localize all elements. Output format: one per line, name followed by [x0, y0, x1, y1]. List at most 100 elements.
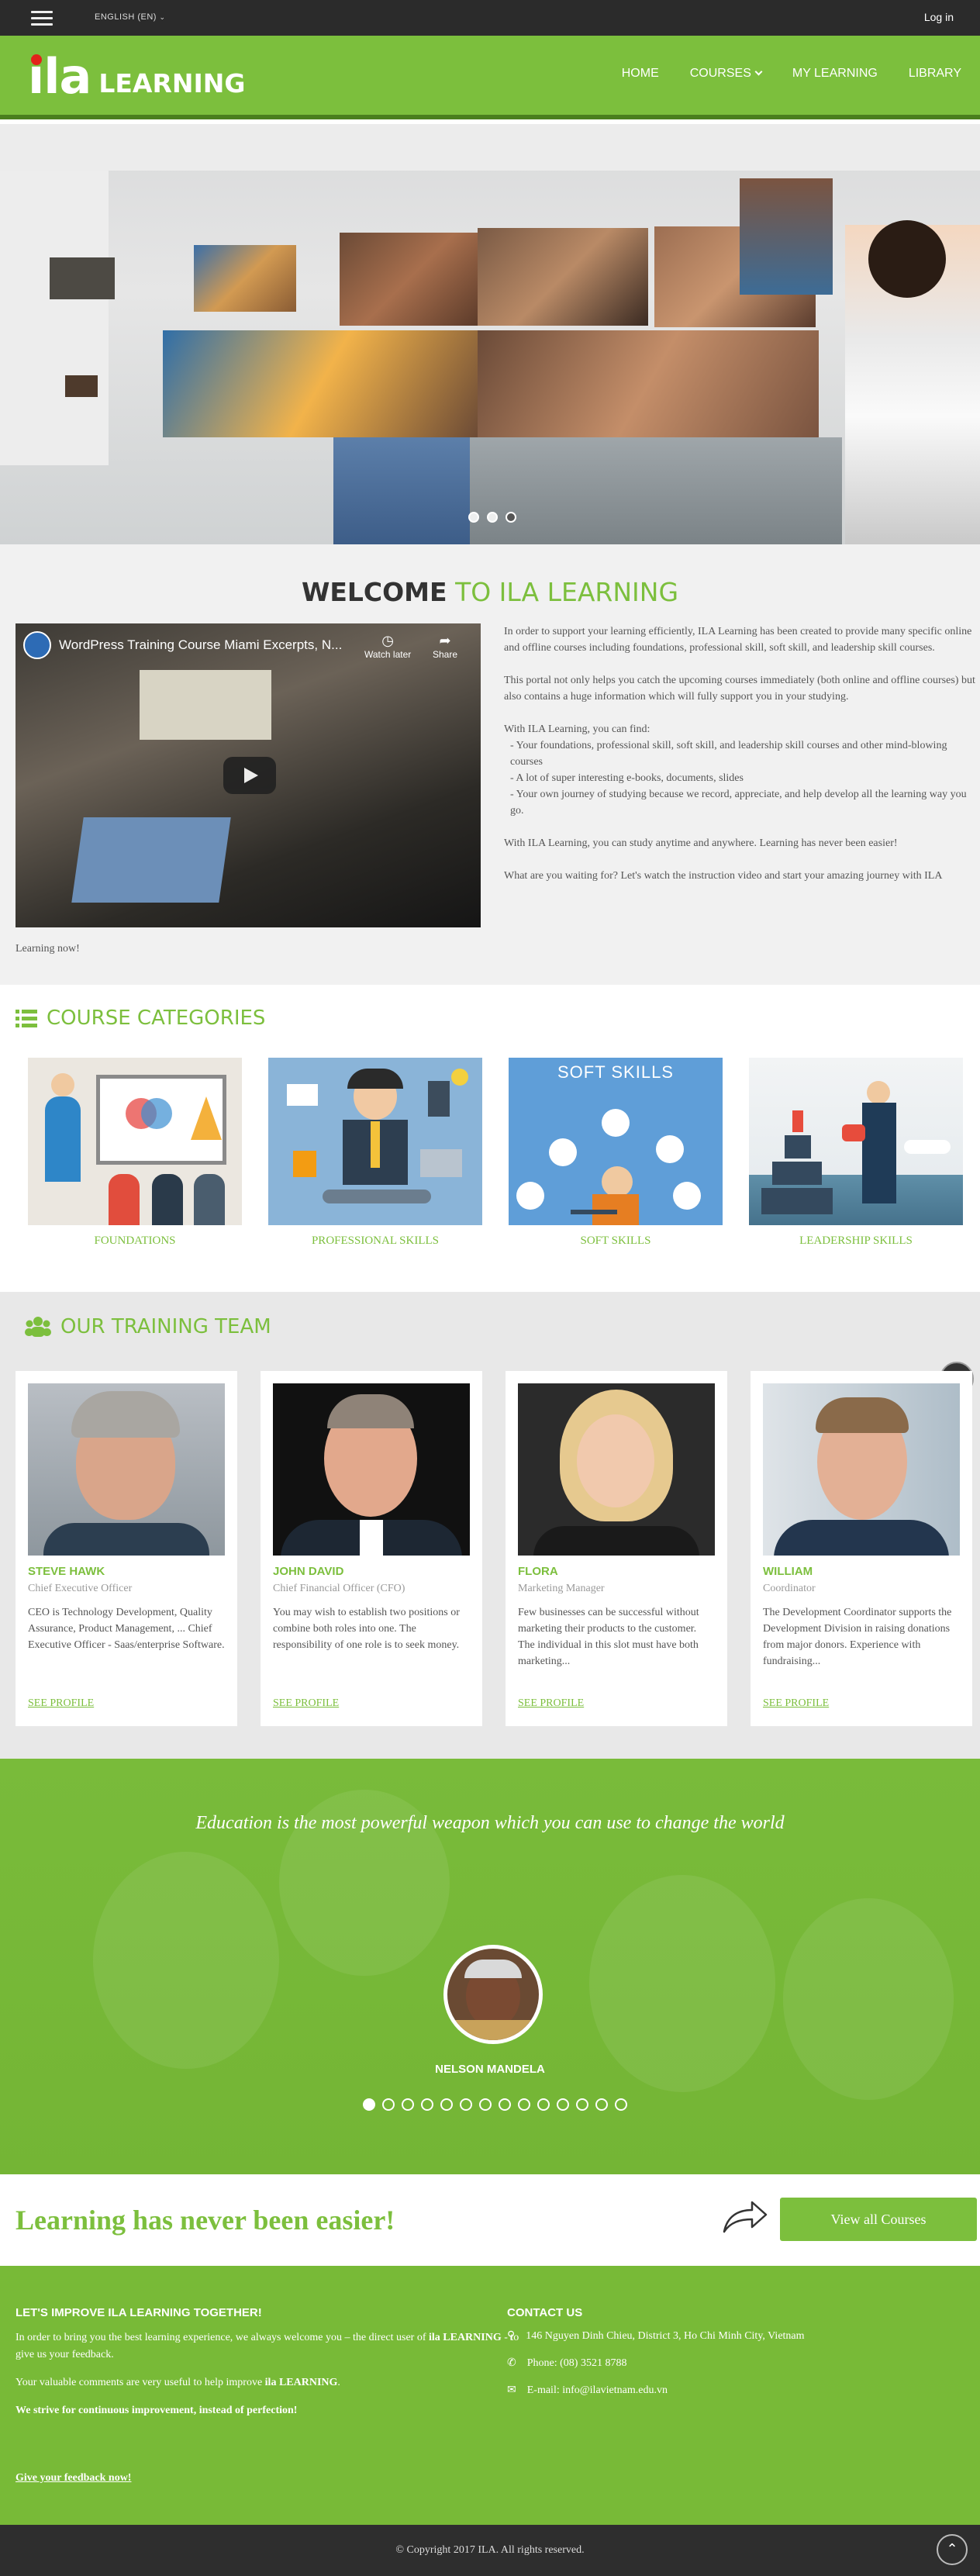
- category-label[interactable]: PROFESSIONAL SKILLS: [268, 1234, 482, 1248]
- contact-info: ⚲ 146 Nguyen Dinh Chieu, District 3, Ho C…: [507, 2329, 805, 2411]
- email-row: ✉ E-mail: info@ilavietnam.edu.vn: [507, 2384, 668, 2397]
- category-professional-skills[interactable]: PROFESSIONAL SKILLS: [268, 1058, 482, 1248]
- intro-video-player[interactable]: WordPress Training Course Miami Excerpts…: [16, 623, 481, 927]
- member-photo[interactable]: [763, 1383, 960, 1556]
- video-title[interactable]: WordPress Training Course Miami Excerpts…: [59, 637, 342, 653]
- welcome-paragraph: What are you waiting for? Let's watch th…: [504, 870, 943, 882]
- quote-dot[interactable]: [402, 2098, 414, 2111]
- quote-dot[interactable]: [440, 2098, 453, 2111]
- improve-paragraph: In order to bring you the best learning …: [16, 2332, 519, 2360]
- member-description: CEO is Technology Development, Quality A…: [28, 1607, 225, 1651]
- category-label[interactable]: LEADERSHIP SKILLS: [749, 1234, 963, 1248]
- author-avatar: [443, 1945, 543, 2044]
- site-header: ila LEARNING HOME COURSES MY LEARNING LI…: [0, 36, 980, 119]
- quote-dot[interactable]: [499, 2098, 511, 2111]
- member-photo[interactable]: [518, 1383, 715, 1556]
- play-button-icon[interactable]: [223, 757, 276, 794]
- quote-text: Education is the most powerful weapon wh…: [195, 1813, 785, 1833]
- cta-banner: Learning has never been easier! View all…: [0, 2174, 980, 2266]
- training-team-section: OUR TRAINING TEAM ⌃ STEVE HAWK Chief Exe…: [0, 1292, 980, 1759]
- member-photo[interactable]: [28, 1383, 225, 1556]
- welcome-text: In order to support your learning effici…: [504, 623, 978, 900]
- quote-dot[interactable]: [595, 2098, 608, 2111]
- chevron-down-icon: ⌄: [159, 13, 166, 21]
- category-soft-skills[interactable]: SOFT SKILLS SOFT SKILLS: [509, 1058, 723, 1248]
- main-nav: HOME COURSES MY LEARNING LIBRARY: [622, 67, 961, 81]
- feedback-footer: LET'S IMPROVE ILA LEARNING TOGETHER! In …: [0, 2266, 980, 2525]
- professional-skills-illustration[interactable]: [268, 1058, 482, 1225]
- logo-learning: LEARNING: [98, 68, 246, 98]
- quote-pagination: [363, 2098, 627, 2111]
- see-profile-link[interactable]: SEE PROFILE: [518, 1697, 715, 1710]
- member-name[interactable]: JOHN DAVID: [273, 1565, 470, 1578]
- category-foundations[interactable]: FOUNDATIONS: [28, 1058, 242, 1248]
- foundations-illustration[interactable]: [28, 1058, 242, 1225]
- nav-home[interactable]: HOME: [622, 67, 659, 81]
- see-profile-link[interactable]: SEE PROFILE: [763, 1697, 960, 1710]
- quote-dot[interactable]: [576, 2098, 588, 2111]
- quote-dot[interactable]: [479, 2098, 492, 2111]
- login-link[interactable]: Log in: [924, 11, 954, 23]
- member-name[interactable]: STEVE HAWK: [28, 1565, 225, 1578]
- quote-dot-active[interactable]: [363, 2098, 375, 2111]
- quote-dot[interactable]: [615, 2098, 627, 2111]
- copyright-bar: © Copyright 2017 ILA. All rights reserve…: [0, 2525, 980, 2576]
- hero-dot[interactable]: [468, 512, 479, 523]
- caret-down-icon: [754, 67, 763, 76]
- category-label[interactable]: SOFT SKILLS: [509, 1234, 723, 1248]
- arrow-right-icon: [723, 2201, 768, 2233]
- chevron-up-icon: ⌃: [946, 2541, 958, 2557]
- course-categories-section: COURSE CATEGORIES FOUNDATIONS PROFESSION…: [0, 985, 980, 1292]
- see-profile-link[interactable]: SEE PROFILE: [273, 1697, 470, 1710]
- nav-library[interactable]: LIBRARY: [909, 67, 961, 81]
- improve-text: In order to bring you the best learning …: [16, 2329, 519, 2430]
- quote-dot[interactable]: [518, 2098, 530, 2111]
- learning-now-text: Learning now!: [16, 943, 80, 955]
- channel-avatar[interactable]: [23, 631, 51, 659]
- welcome-title: WELCOME TO ILA LEARNING: [301, 577, 679, 607]
- hero-dot-active[interactable]: [506, 512, 516, 523]
- quote-dot[interactable]: [382, 2098, 395, 2111]
- nav-my-learning[interactable]: MY LEARNING: [792, 67, 878, 81]
- category-label[interactable]: FOUNDATIONS: [28, 1234, 242, 1248]
- quote-dot[interactable]: [421, 2098, 433, 2111]
- share-button[interactable]: ➦ Share: [433, 633, 457, 660]
- find-item: - Your foundations, professional skill, …: [510, 740, 947, 768]
- member-description: The Development Coordinator supports the…: [763, 1607, 952, 1667]
- improve-paragraph: We strive for continuous improvement, in…: [16, 2405, 298, 2416]
- quote-author: NELSON MANDELA: [435, 2063, 545, 2076]
- give-feedback-link[interactable]: Give your feedback now!: [16, 2472, 131, 2484]
- watch-later-button[interactable]: ◷ Watch later: [364, 633, 411, 660]
- team-card: WILLIAM Coordinator The Development Coor…: [751, 1371, 972, 1726]
- language-selector[interactable]: ENGLISH (EN) ⌄: [95, 12, 166, 22]
- quote-dot[interactable]: [460, 2098, 472, 2111]
- quote-section: Education is the most powerful weapon wh…: [0, 1759, 980, 2174]
- team-card: FLORA Marketing Manager Few businesses c…: [506, 1371, 727, 1726]
- category-leadership-skills[interactable]: LEADERSHIP SKILLS: [749, 1058, 963, 1248]
- hero-dot[interactable]: [487, 512, 498, 523]
- quote-dot[interactable]: [537, 2098, 550, 2111]
- ila-learning-logo[interactable]: ila LEARNING: [28, 47, 245, 101]
- hamburger-menu-icon[interactable]: [31, 11, 53, 26]
- see-profile-link[interactable]: SEE PROFILE: [28, 1697, 225, 1710]
- hero-slider: [0, 124, 980, 544]
- logo-ila: ila: [28, 48, 91, 105]
- quote-dot[interactable]: [557, 2098, 569, 2111]
- map-marker-icon: ⚲: [507, 2330, 516, 2342]
- leadership-skills-illustration[interactable]: [749, 1058, 963, 1225]
- phone-icon: ✆: [507, 2357, 516, 2369]
- back-to-top-button[interactable]: ⌃: [937, 2534, 968, 2565]
- course-categories-title: COURSE CATEGORIES: [16, 1007, 265, 1030]
- member-role: Chief Executive Officer: [28, 1583, 133, 1594]
- member-name[interactable]: FLORA: [518, 1565, 715, 1578]
- member-name[interactable]: WILLIAM: [763, 1565, 960, 1578]
- member-photo[interactable]: [273, 1383, 470, 1556]
- nav-courses[interactable]: COURSES: [690, 67, 763, 81]
- welcome-paragraph: With ILA Learning, you can find:: [504, 723, 650, 735]
- find-list: - Your foundations, professional skill, …: [504, 737, 978, 819]
- view-all-courses-button[interactable]: View all Courses: [780, 2198, 977, 2241]
- welcome-paragraph: With ILA Learning, you can study anytime…: [504, 837, 898, 849]
- soft-skills-illustration[interactable]: SOFT SKILLS: [509, 1058, 723, 1225]
- phone-row: ✆ Phone: (08) 3521 8788: [507, 2357, 627, 2370]
- soft-skills-caption: SOFT SKILLS: [557, 1062, 674, 1082]
